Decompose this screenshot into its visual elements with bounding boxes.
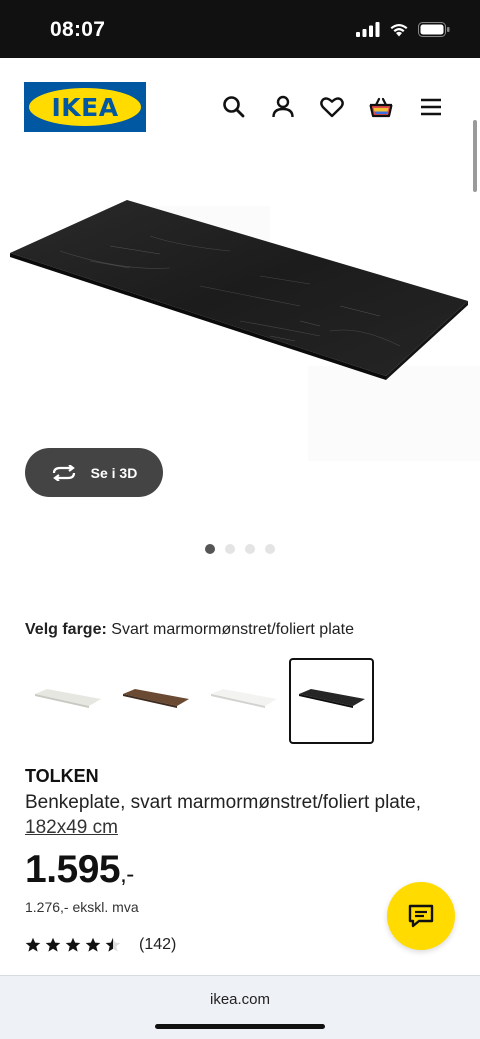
star-full-icon: [65, 937, 81, 952]
color-label-title: Velg farge:: [25, 621, 107, 638]
color-label-value: Svart marmormønstret/foliert plate: [111, 621, 354, 638]
view-3d-button[interactable]: Se i 3D: [25, 448, 163, 497]
heart-icon[interactable]: [319, 94, 345, 120]
site-header: IKEA: [0, 58, 480, 156]
price-suffix: ,-: [120, 861, 134, 888]
swatch-brown-wood[interactable]: [113, 658, 198, 744]
logo-oval: IKEA: [29, 88, 141, 126]
swatch-grey-white-image: [34, 689, 101, 708]
battery-icon: [418, 22, 450, 37]
product-image-carousel[interactable]: [0, 156, 480, 486]
star-full-icon: [85, 937, 101, 952]
product-rating[interactable]: (142): [25, 936, 176, 954]
carousel-dot[interactable]: [265, 544, 275, 554]
color-select-label: Velg farge: Svart marmormønstret/foliert…: [25, 621, 354, 639]
product-description-text: Benkeplate, svart marmormønstret/foliert…: [25, 792, 421, 813]
swatch-black-marble-image: [298, 689, 365, 708]
review-count: (142): [139, 936, 177, 953]
basket-icon[interactable]: [368, 94, 394, 120]
carousel-dot[interactable]: [225, 544, 235, 554]
home-indicator: [155, 1024, 325, 1029]
price-value: 1.595: [25, 848, 121, 891]
menu-icon[interactable]: [418, 94, 444, 120]
color-swatches: [25, 658, 374, 744]
status-bar: 08:07: [0, 0, 480, 58]
star-half-icon: [105, 937, 121, 952]
browser-url-bar[interactable]: ikea.com: [0, 975, 480, 1039]
price-excl-vat: 1.276,- ekskl. mva: [25, 899, 139, 915]
rotate-3d-icon: [52, 464, 75, 481]
ikea-logo[interactable]: IKEA: [24, 82, 146, 132]
wifi-icon: [390, 24, 408, 37]
star-full-icon: [45, 937, 61, 952]
product-size-link[interactable]: 182x49 cm: [25, 817, 118, 838]
chat-icon: [408, 904, 434, 928]
swatch-grey-white[interactable]: [25, 658, 110, 744]
swatch-white[interactable]: [201, 658, 286, 744]
product-name: TOLKEN: [25, 766, 99, 786]
search-icon[interactable]: [221, 94, 247, 120]
swatch-white-image: [210, 689, 277, 708]
star-full-icon: [25, 937, 41, 952]
logo-text: IKEA: [51, 92, 119, 122]
carousel-dots: [0, 544, 480, 554]
product-description: Benkeplate, svart marmormønstret/foliert…: [25, 790, 445, 840]
chat-button[interactable]: [387, 882, 455, 950]
status-icons: [356, 22, 450, 37]
carousel-dot[interactable]: [245, 544, 255, 554]
account-icon[interactable]: [270, 94, 296, 120]
signal-icon: [356, 22, 380, 37]
swatch-brown-wood-image: [122, 689, 189, 708]
status-time: 08:07: [50, 18, 106, 41]
carousel-dot[interactable]: [205, 544, 215, 554]
swatch-black-marble[interactable]: [289, 658, 374, 744]
url-text: ikea.com: [209, 991, 271, 1008]
view-3d-label: Se i 3D: [90, 464, 138, 481]
product-image: [10, 200, 468, 380]
product-price: 1.595,-: [25, 848, 134, 892]
